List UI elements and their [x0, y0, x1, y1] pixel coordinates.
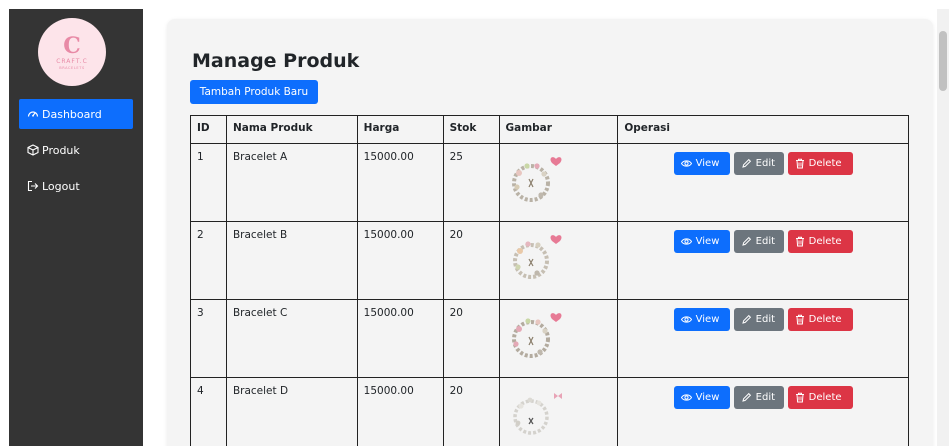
edit-label: Edit — [755, 236, 776, 247]
page-title: Manage Produk — [192, 50, 360, 72]
cell-stock: 20 — [442, 221, 500, 300]
delete-label: Delete — [808, 158, 842, 169]
view-button[interactable]: View — [673, 386, 730, 409]
sidebar-item-label: Dashboard — [42, 107, 102, 121]
edit-button[interactable]: Edit — [733, 308, 784, 331]
edit-label: Edit — [755, 314, 776, 325]
cell-name: Bracelet A — [225, 143, 358, 222]
pencil-icon — [741, 236, 752, 247]
cell-id: 2 — [190, 221, 227, 300]
table-row: 1 Bracelet A 15000.00 25 View Edit Delet… — [190, 143, 909, 222]
cell-image — [498, 221, 619, 300]
sidebar-item-label: Produk — [42, 143, 80, 157]
trash-icon — [795, 158, 805, 169]
sidebar: C CRAFT.C BRACELETS Dashboard Produk Log… — [9, 9, 143, 446]
eye-icon — [680, 236, 692, 247]
cell-stock: 20 — [442, 377, 500, 446]
sidebar-item-label: Logout — [42, 179, 80, 193]
eye-icon — [680, 314, 692, 325]
cell-id: 3 — [190, 299, 227, 378]
cell-image — [498, 299, 619, 378]
pencil-icon — [741, 158, 752, 169]
cell-id: 1 — [190, 143, 227, 222]
add-product-button[interactable]: Tambah Produk Baru — [190, 80, 318, 104]
delete-button[interactable]: Delete — [787, 152, 853, 175]
cell-id: 4 — [190, 377, 227, 446]
cell-price: 15000.00 — [356, 143, 444, 222]
pencil-icon — [741, 392, 752, 403]
table-header-row: ID Nama Produk Harga Stok Gambar Operasi — [190, 115, 909, 144]
delete-label: Delete — [808, 392, 842, 403]
cell-name: Bracelet D — [225, 377, 358, 446]
header-id: ID — [190, 115, 227, 144]
logo-mark: C — [63, 32, 81, 59]
edit-button[interactable]: Edit — [733, 152, 784, 175]
delete-button[interactable]: Delete — [787, 386, 853, 409]
trash-icon — [795, 236, 805, 247]
edit-label: Edit — [755, 158, 776, 169]
scrollbar-thumb[interactable] — [939, 31, 947, 91]
delete-button[interactable]: Delete — [787, 230, 853, 253]
table-row: 2 Bracelet B 15000.00 20 View Edit Delet… — [190, 221, 909, 300]
eye-icon — [680, 392, 692, 403]
cell-image — [498, 377, 619, 446]
product-image — [512, 393, 562, 435]
eye-icon — [680, 158, 692, 169]
delete-label: Delete — [808, 236, 842, 247]
cell-price: 15000.00 — [356, 377, 444, 446]
edit-button[interactable]: Edit — [733, 230, 784, 253]
logo-tagline: BRACELETS — [59, 65, 85, 70]
logo-brand: CRAFT.C — [56, 57, 88, 65]
edit-button[interactable]: Edit — [733, 386, 784, 409]
product-image — [511, 313, 562, 358]
header-name: Nama Produk — [225, 115, 358, 144]
brand-logo[interactable]: C CRAFT.C BRACELETS — [38, 18, 106, 86]
view-label: View — [695, 314, 720, 325]
view-label: View — [695, 236, 720, 247]
edit-label: Edit — [755, 392, 776, 403]
cell-operations: View Edit Delete — [617, 299, 909, 378]
cell-stock: 20 — [442, 299, 500, 378]
dashboard-icon — [26, 108, 39, 121]
cell-image — [498, 143, 619, 222]
cell-stock: 25 — [442, 143, 500, 222]
product-image — [511, 157, 562, 202]
view-button[interactable]: View — [673, 152, 730, 175]
cell-price: 15000.00 — [356, 299, 444, 378]
view-button[interactable]: View — [673, 230, 730, 253]
header-image: Gambar — [498, 115, 619, 144]
sidebar-item-produk[interactable]: Produk — [19, 135, 133, 165]
cell-operations: View Edit Delete — [617, 377, 909, 446]
header-price: Harga — [356, 115, 444, 144]
header-stock: Stok — [442, 115, 500, 144]
delete-label: Delete — [808, 314, 842, 325]
cell-price: 15000.00 — [356, 221, 444, 300]
table-row: 3 Bracelet C 15000.00 20 View Edit Delet… — [190, 299, 909, 378]
product-image — [512, 235, 562, 279]
trash-icon — [795, 392, 805, 403]
top-strip — [0, 0, 949, 9]
sidebar-item-logout[interactable]: Logout — [19, 171, 133, 201]
cell-name: Bracelet C — [225, 299, 358, 378]
pencil-icon — [741, 314, 752, 325]
table-row: 4 Bracelet D 15000.00 20 View Edit Delet… — [190, 377, 909, 446]
sidebar-item-dashboard[interactable]: Dashboard — [19, 99, 133, 129]
logout-icon — [26, 180, 39, 193]
cell-operations: View Edit Delete — [617, 143, 909, 222]
page-scrollbar[interactable] — [937, 9, 949, 446]
cell-operations: View Edit Delete — [617, 221, 909, 300]
box-icon — [26, 144, 39, 157]
view-label: View — [695, 392, 720, 403]
view-button[interactable]: View — [673, 308, 730, 331]
delete-button[interactable]: Delete — [787, 308, 853, 331]
view-label: View — [695, 158, 720, 169]
trash-icon — [795, 314, 805, 325]
header-operations: Operasi — [617, 115, 909, 144]
cell-name: Bracelet B — [225, 221, 358, 300]
product-table: ID Nama Produk Harga Stok Gambar Operasi… — [190, 115, 909, 446]
